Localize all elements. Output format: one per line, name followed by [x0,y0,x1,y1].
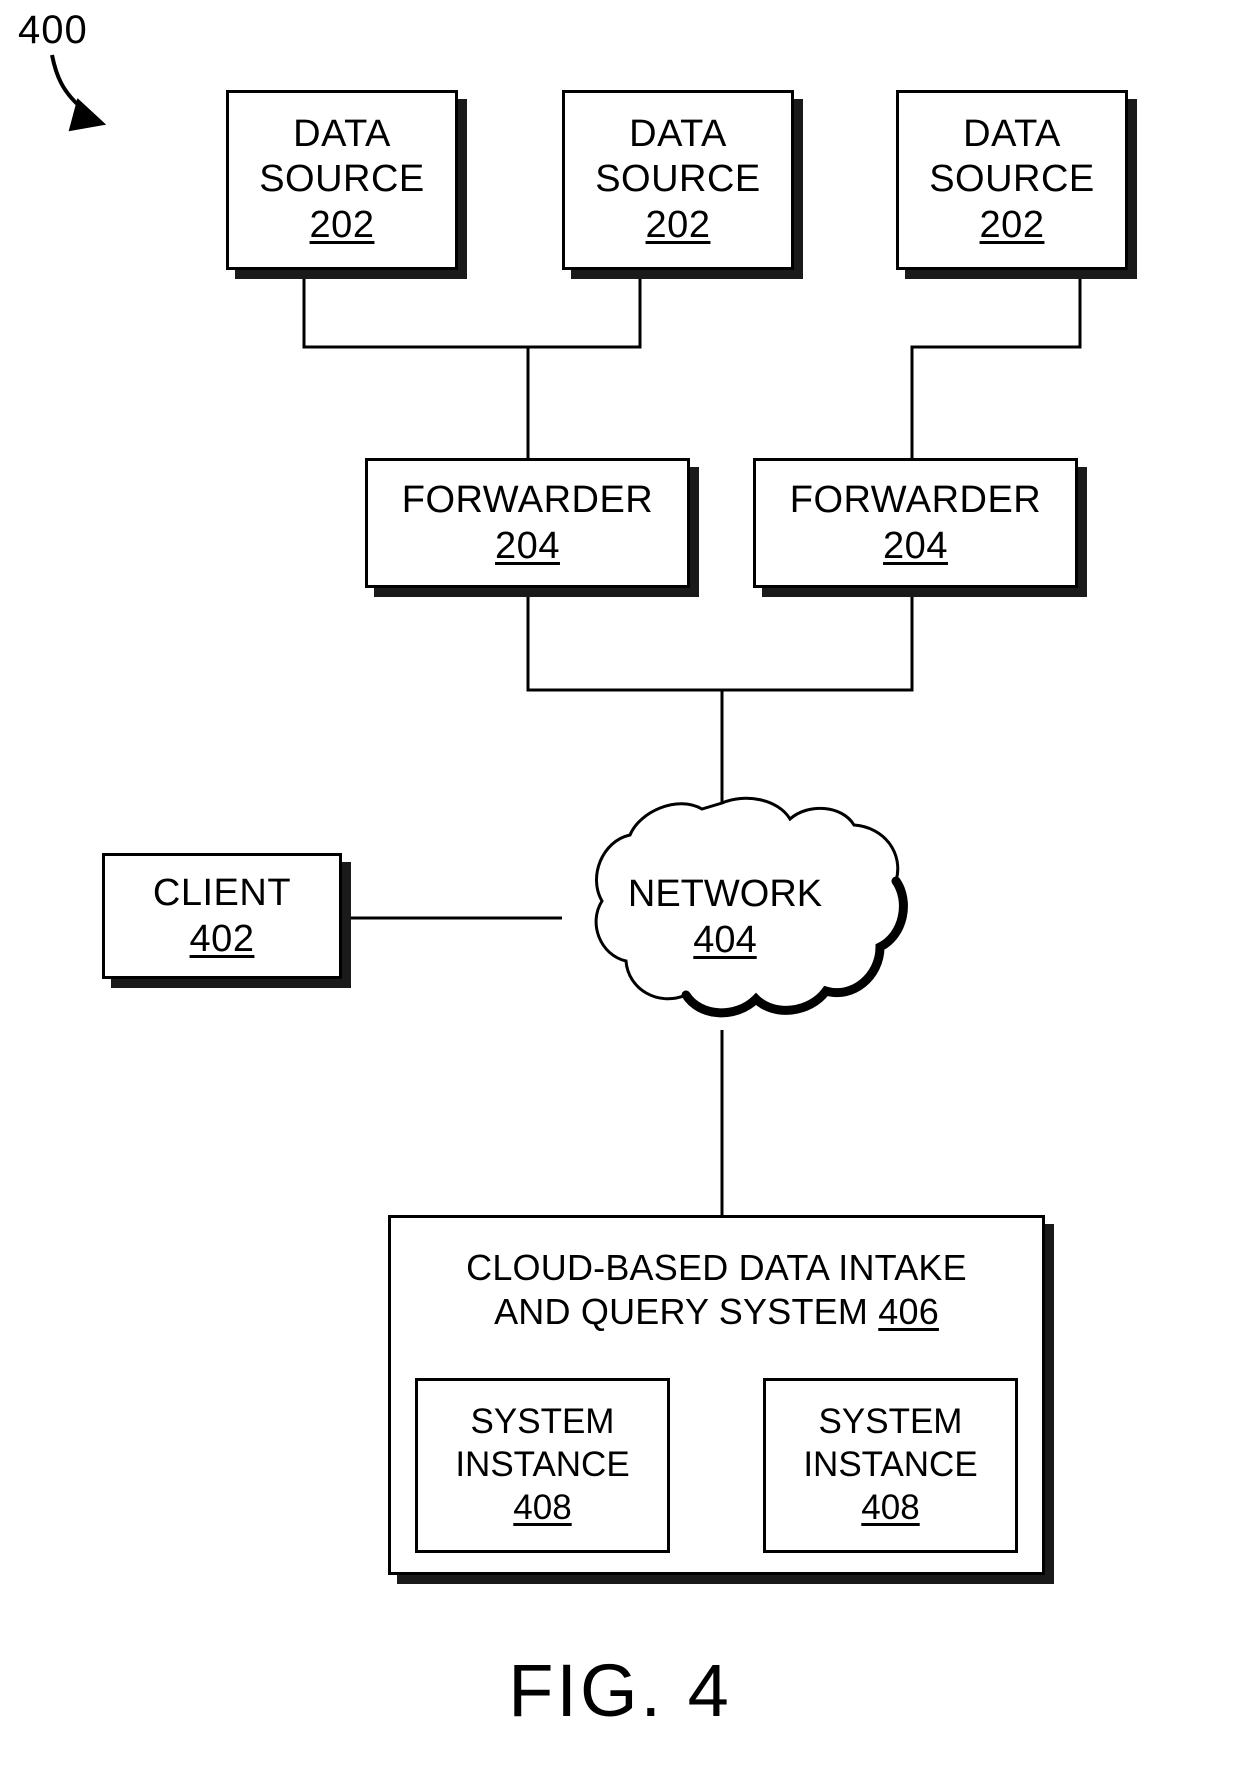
system-instance-group: SYSTEM INSTANCE 408 SYSTEM INSTANCE 408 [415,1378,1018,1553]
forwarder-box-2: FORWARDER 204 [753,458,1078,588]
system-instance-1-ref: 408 [513,1487,572,1527]
client-label: CLIENT [152,871,292,914]
network-cloud-shape [594,796,908,1018]
system-instance-2-ref: 408 [861,1487,920,1527]
data-source-1-line1: DATA [293,112,391,155]
client-ref: 402 [189,918,255,960]
system-instance-1-line1: SYSTEM [470,1402,615,1442]
link-datasource2-to-forwarder1 [528,275,642,349]
cloud-system-title: CLOUD-BASED DATA INTAKE AND QUERY SYSTEM… [391,1218,1042,1334]
forwarder-1-ref: 204 [495,525,560,567]
data-source-1-ref: 202 [309,203,375,246]
data-source-3-ref: 202 [979,203,1045,246]
figure-reference-numeral: 400 [18,8,88,52]
forwarder-box-1: FORWARDER 204 [365,458,690,588]
cloud-based-system-box: CLOUD-BASED DATA INTAKE AND QUERY SYSTEM… [388,1215,1045,1575]
data-source-2-line2: SOURCE [595,158,761,201]
system-instance-box-1: SYSTEM INSTANCE 408 [415,1378,670,1553]
data-source-box-3: DATA SOURCE 202 [896,90,1128,270]
client-box: CLIENT 402 [102,853,342,979]
link-datasource3-to-forwarder2 [910,275,1082,458]
data-source-1-line2: SOURCE [259,158,425,201]
data-source-2-line1: DATA [629,112,727,155]
link-forwarder1-to-network [526,588,722,692]
system-instance-2-line1: SYSTEM [818,1402,963,1442]
system-instance-1-line2: INSTANCE [455,1445,630,1485]
forwarder-2-ref: 204 [883,525,948,567]
data-source-box-2: DATA SOURCE 202 [562,90,794,270]
forwarder-1-label: FORWARDER [401,478,654,521]
data-source-3-line1: DATA [963,112,1061,155]
system-instance-box-2: SYSTEM INSTANCE 408 [763,1378,1018,1553]
figure-400-diagram: 400 DATA SOURCE 202 DATA SOURCE 202 DATA… [0,0,1240,1766]
cloud-system-title-line1: CLOUD-BASED DATA INTAKE [466,1247,967,1288]
network-cloud: NETWORK 404 [540,795,910,1045]
link-forwarder2-to-network [722,588,914,692]
figure-caption: FIG. 4 [508,1649,732,1732]
cloud-system-ref: 406 [878,1290,939,1332]
system-instance-2-line2: INSTANCE [803,1445,978,1485]
data-source-box-1: DATA SOURCE 202 [226,90,458,270]
forwarder-2-label: FORWARDER [789,478,1042,521]
data-source-3-line2: SOURCE [929,158,1095,201]
data-source-2-ref: 202 [645,203,711,246]
cloud-system-title-line2: AND QUERY SYSTEM [494,1290,879,1332]
link-datasource1-to-forwarder1 [302,275,528,349]
